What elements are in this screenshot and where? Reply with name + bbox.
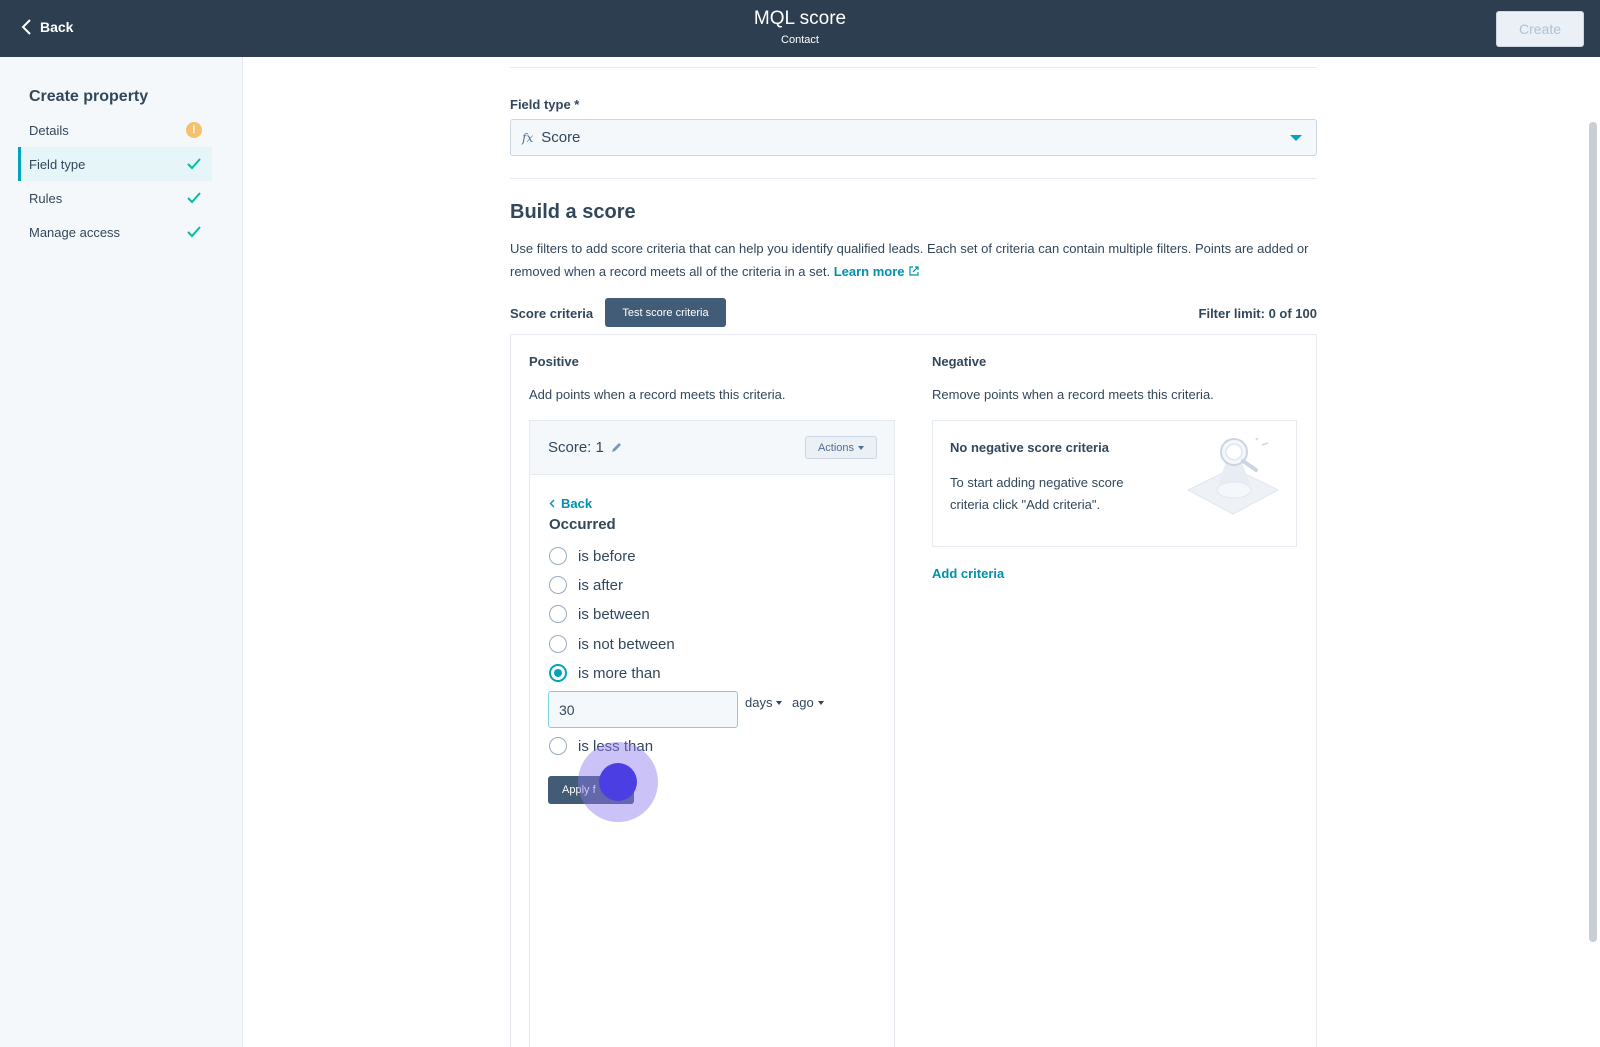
radio-button[interactable] bbox=[549, 576, 567, 594]
radio-is-more-than[interactable]: is more than bbox=[549, 664, 661, 682]
sidebar-item-label: Manage access bbox=[29, 224, 121, 240]
chevron-down-icon bbox=[1290, 135, 1302, 141]
negative-subtitle: Remove points when a record meets this c… bbox=[932, 387, 1214, 402]
caret-down-icon bbox=[776, 700, 783, 705]
direction-label: ago bbox=[792, 695, 814, 710]
radio-button[interactable] bbox=[549, 605, 567, 623]
negative-empty-title: No negative score criteria bbox=[950, 440, 1109, 455]
radio-button[interactable] bbox=[549, 737, 567, 755]
page-subtitle: Contact bbox=[781, 34, 819, 46]
actions-label: Actions bbox=[817, 441, 855, 454]
learn-more-link[interactable]: Learn more bbox=[834, 264, 920, 279]
radio-is-before[interactable]: is before bbox=[549, 547, 636, 565]
radio-is-between[interactable]: is between bbox=[549, 605, 650, 623]
sidebar-item-label: Rules bbox=[29, 190, 63, 206]
unit-label: days bbox=[745, 695, 773, 710]
test-score-criteria-button[interactable]: Test score criteria bbox=[605, 298, 726, 327]
check-icon bbox=[187, 226, 201, 238]
negative-title: Negative bbox=[932, 354, 987, 369]
function-icon: fx bbox=[522, 130, 534, 145]
radio-label: is not between bbox=[578, 635, 675, 653]
filter-back-link[interactable]: Back bbox=[549, 496, 592, 511]
filter-group-title: Occurred bbox=[549, 516, 616, 533]
sidebar-heading: Create property bbox=[29, 88, 149, 105]
score-value: Score: 1 bbox=[548, 439, 604, 456]
magnifying-glass-illustration-icon bbox=[1186, 438, 1280, 515]
add-criteria-link[interactable]: Add criteria bbox=[932, 566, 1004, 581]
divider bbox=[510, 67, 1317, 68]
radio-label: is between bbox=[578, 605, 650, 623]
radio-label: is after bbox=[578, 576, 624, 594]
field-type-label: Field type * bbox=[510, 97, 580, 112]
radio-button-checked[interactable] bbox=[549, 664, 567, 682]
score-criteria-label: Score criteria bbox=[510, 306, 594, 321]
sidebar-item-label: Details bbox=[29, 122, 69, 138]
days-value-input[interactable] bbox=[548, 691, 738, 728]
check-icon bbox=[187, 158, 201, 170]
radio-label: is more than bbox=[578, 664, 661, 682]
page-title: MQL score bbox=[753, 8, 847, 29]
click-indicator-icon bbox=[599, 763, 637, 801]
page-title-block: MQL score Contact bbox=[0, 8, 1600, 46]
field-type-select[interactable]: fx Score bbox=[510, 119, 1317, 156]
create-button[interactable]: Create bbox=[1496, 11, 1584, 47]
field-type-value: Score bbox=[541, 129, 581, 146]
caret-down-icon bbox=[817, 700, 824, 705]
score-label: Score: 1 bbox=[548, 439, 623, 456]
score-card bbox=[529, 420, 895, 1047]
radio-button[interactable] bbox=[549, 635, 567, 653]
unit-dropdown[interactable]: days bbox=[745, 695, 783, 710]
filter-back-label: Back bbox=[561, 496, 593, 511]
positive-title: Positive bbox=[529, 354, 579, 369]
section-title: Build a score bbox=[510, 201, 636, 223]
radio-label: is before bbox=[578, 547, 636, 565]
sidebar-item-label: Field type bbox=[29, 156, 86, 172]
check-icon bbox=[187, 192, 201, 204]
top-bar: Back MQL score Contact Create bbox=[0, 0, 1600, 57]
positive-subtitle: Add points when a record meets this crit… bbox=[529, 387, 786, 402]
caret-down-icon bbox=[858, 445, 865, 450]
negative-empty-text: To start adding negative score criteria … bbox=[950, 475, 1124, 512]
direction-dropdown[interactable]: ago bbox=[792, 695, 824, 710]
radio-is-not-between[interactable]: is not between bbox=[549, 635, 675, 653]
learn-more-label: Learn more bbox=[833, 264, 905, 279]
divider bbox=[510, 178, 1317, 179]
chevron-left-icon bbox=[549, 499, 555, 508]
pencil-icon[interactable] bbox=[610, 441, 623, 454]
scrollbar-thumb[interactable] bbox=[1589, 122, 1597, 942]
section-description: Use filters to add score criteria that c… bbox=[510, 237, 1317, 283]
sidebar-item-manage-access[interactable]: Manage access bbox=[18, 215, 212, 249]
sidebar-item-field-type[interactable]: Field type bbox=[18, 147, 212, 181]
sidebar-item-rules[interactable]: Rules bbox=[18, 181, 212, 215]
filter-limit: Filter limit: 0 of 100 bbox=[1198, 306, 1317, 321]
sidebar-item-details[interactable]: Details ! bbox=[18, 113, 212, 147]
radio-button[interactable] bbox=[549, 547, 567, 565]
actions-dropdown[interactable]: Actions bbox=[805, 436, 877, 459]
warning-icon: ! bbox=[186, 122, 202, 138]
external-link-icon bbox=[908, 266, 919, 276]
radio-is-after[interactable]: is after bbox=[549, 576, 623, 594]
